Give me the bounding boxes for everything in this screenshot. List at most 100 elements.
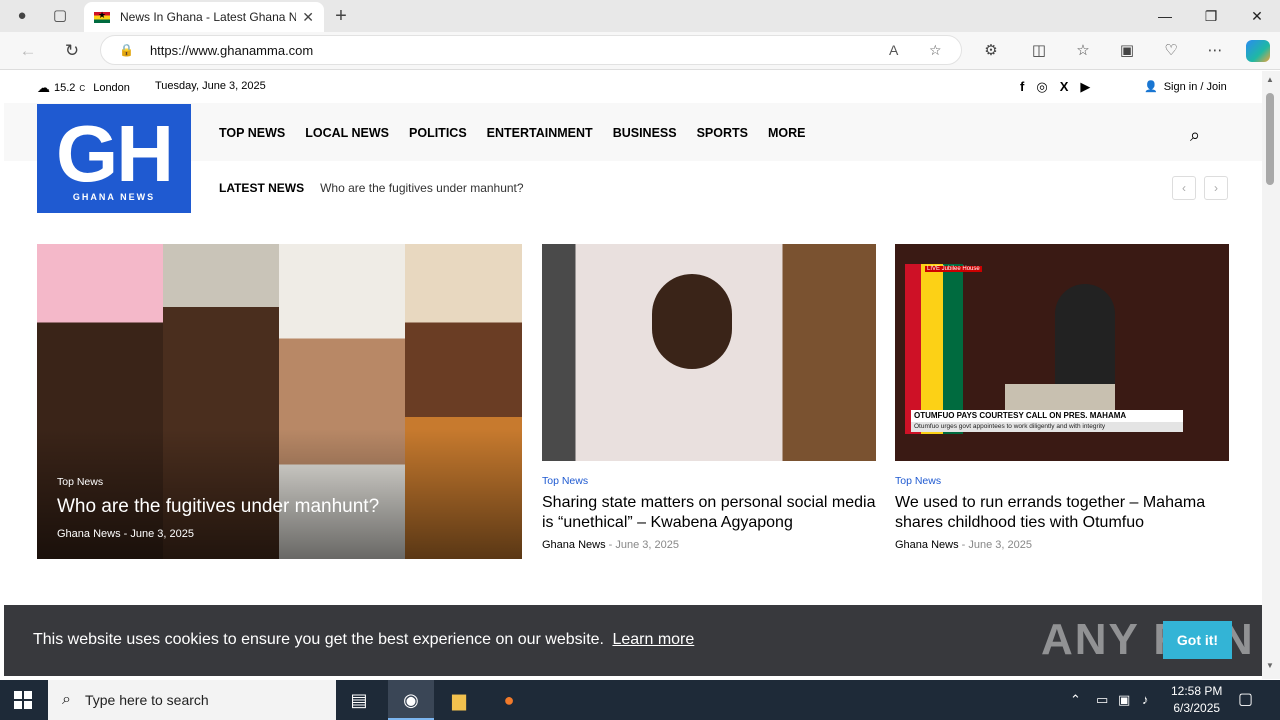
web-page: ☁ 15.2 C London Tuesday, June 3, 2025 f … [4, 71, 1262, 679]
article-card-2-date: June 3, 2025 [968, 539, 1033, 551]
scroll-up-arrow[interactable]: ▲ [1266, 75, 1274, 84]
taskbar-search-placeholder: Type here to search [84, 692, 209, 708]
notification-icon[interactable]: ▢ [1238, 680, 1253, 720]
clock-date: 6/3/2025 [1173, 701, 1221, 715]
flag-red-stripe [905, 264, 921, 434]
latest-news-label: LATEST NEWS [219, 181, 305, 195]
read-aloud-icon[interactable]: A [889, 42, 898, 58]
featured-title[interactable]: Who are the fugitives under manhunt? [57, 496, 379, 518]
volume-icon[interactable]: ♪ [1142, 680, 1149, 720]
close-window-button[interactable]: ✕ [1234, 0, 1280, 32]
more-menu-icon[interactable]: ⋯ [1204, 41, 1226, 61]
sign-in-link[interactable]: 👤 Sign in / Join [1144, 80, 1227, 94]
menu-item-entertainment[interactable]: ENTERTAINMENT [487, 126, 593, 140]
tv-subtitle: Otumfuo urges govt appointees to work di… [911, 422, 1183, 432]
extensions-icon[interactable]: ⚙ [980, 41, 1002, 61]
article-card-1-author[interactable]: Ghana News [542, 539, 606, 551]
task-view-icon[interactable]: ▤ [336, 680, 382, 720]
flag-gold-stripe [921, 264, 943, 434]
article-card-2-author[interactable]: Ghana News [895, 539, 959, 551]
article-card-1-image[interactable] [542, 244, 876, 461]
back-button[interactable]: ← [16, 40, 40, 62]
file-explorer-icon[interactable]: ▆ [436, 680, 482, 720]
magnifier-icon: ⌕ [62, 691, 71, 708]
flag-green-stripe [943, 264, 963, 434]
article-card-2[interactable]: LIVE Jubilee House OTUMFUO PAYS COURTESY… [895, 244, 1229, 551]
browser-tab-bar: ● ▢ News In Ghana - Latest Ghana News ✕ … [0, 0, 1280, 32]
article-card-1-title[interactable]: Sharing state matters on personal social… [542, 493, 876, 533]
network-icon[interactable]: ▣ [1118, 680, 1130, 720]
article-card-2-title[interactable]: We used to run errands together – Mahama… [895, 493, 1229, 533]
latest-news-headline[interactable]: Who are the fugitives under manhunt? [320, 181, 523, 195]
tv-banner: OTUMFUO PAYS COURTESY CALL ON PRES. MAHA… [911, 410, 1183, 422]
article-card-2-image[interactable]: LIVE Jubilee House OTUMFUO PAYS COURTESY… [895, 244, 1229, 461]
top-bar: ☁ 15.2 C London Tuesday, June 3, 2025 f … [4, 71, 1262, 103]
featured-article[interactable]: Top News Who are the fugitives under man… [37, 244, 522, 559]
latest-news-ticker: LATEST NEWS Who are the fugitives under … [219, 181, 524, 195]
browser-essentials-icon[interactable]: ♡ [1160, 41, 1182, 61]
article-card-2-meta: Ghana News - June 3, 2025 [895, 539, 1033, 551]
scrollbar-thumb[interactable] [1266, 93, 1274, 185]
windows-taskbar: ⌕ Type here to search ▤ ◉ ▆ ● ⌃ ▭ ▣ ♪ 12… [0, 680, 1280, 720]
tab-actions-icon[interactable]: ▢ [50, 6, 70, 26]
lock-icon: 🔒 [119, 43, 134, 57]
weather-temp: 15.2 [54, 82, 76, 94]
weather-city: London [93, 82, 130, 94]
learn-more-link[interactable]: Learn more [612, 631, 694, 648]
cookie-accept-button[interactable]: Got it! [1163, 621, 1232, 659]
scroll-down-arrow[interactable]: ▼ [1266, 661, 1274, 670]
featured-author[interactable]: Ghana News [57, 528, 121, 540]
site-logo[interactable]: GH GHANA NEWS [37, 104, 191, 213]
menu-item-business[interactable]: BUSINESS [613, 126, 677, 140]
speaker-shape [1055, 284, 1115, 384]
taskbar-clock[interactable]: 12:58 PM 6/3/2025 [1171, 683, 1222, 717]
taskbar-search-box[interactable]: ⌕ Type here to search [48, 680, 336, 720]
featured-date: June 3, 2025 [130, 528, 194, 540]
profile-icon[interactable]: ● [12, 6, 32, 26]
restore-button[interactable]: ❐ [1188, 0, 1234, 32]
article-card-1-meta: Ghana News - June 3, 2025 [542, 539, 680, 551]
favorite-star-icon[interactable]: ☆ [929, 42, 942, 59]
windows-start-icon[interactable] [14, 691, 32, 709]
cookie-message: This website uses cookies to ensure you … [33, 631, 694, 649]
featured-category[interactable]: Top News [57, 476, 103, 488]
youtube-icon[interactable]: ▶ [1080, 79, 1090, 95]
ticker-next-button[interactable]: › [1204, 176, 1228, 200]
copilot-icon[interactable] [1246, 40, 1270, 62]
favorites-icon[interactable]: ☆ [1072, 41, 1094, 61]
tab-title: News In Ghana - Latest Ghana News [120, 10, 297, 24]
social-links: f ◎ X ▶ [1020, 79, 1090, 95]
menu-item-local-news[interactable]: LOCAL NEWS [305, 126, 389, 140]
cookie-banner: This website uses cookies to ensure you … [4, 605, 1262, 676]
menu-item-politics[interactable]: POLITICS [409, 126, 467, 140]
search-icon[interactable]: ⌕ [1190, 125, 1200, 146]
browser-tab[interactable]: News In Ghana - Latest Ghana News ✕ [84, 2, 324, 32]
facebook-icon[interactable]: f [1020, 79, 1024, 95]
ghana-flag-icon [94, 10, 110, 23]
menu-item-more[interactable]: MORE [768, 126, 806, 140]
refresh-button[interactable]: ↻ [60, 40, 84, 62]
minimize-button[interactable]: — [1142, 0, 1188, 32]
article-card-2-category[interactable]: Top News [895, 475, 1229, 487]
tab-close-icon[interactable]: ✕ [302, 9, 314, 26]
split-screen-icon[interactable]: ◫ [1028, 41, 1050, 61]
sign-in-label: Sign in / Join [1163, 80, 1227, 93]
menu-item-top-news[interactable]: TOP NEWS [219, 126, 285, 140]
page-scrollbar[interactable]: ▲ ▼ [1262, 71, 1280, 679]
address-bar[interactable]: 🔒 https://www.ghanamma.com A ☆ [100, 35, 962, 65]
clock-time: 12:58 PM [1171, 684, 1223, 698]
collections-icon[interactable]: ▣ [1116, 41, 1138, 61]
tray-device-icon[interactable]: ▭ [1096, 680, 1108, 720]
current-date: Tuesday, June 3, 2025 [155, 80, 266, 92]
firefox-icon[interactable]: ● [486, 680, 532, 720]
article-card-1-date: June 3, 2025 [615, 539, 680, 551]
new-tab-button[interactable]: + [331, 6, 351, 26]
article-card-1-category[interactable]: Top News [542, 475, 876, 487]
article-card-1[interactable]: Top News Sharing state matters on person… [542, 244, 876, 551]
edge-browser-icon[interactable]: ◉ [388, 680, 434, 720]
menu-item-sports[interactable]: SPORTS [697, 126, 748, 140]
tray-chevron-icon[interactable]: ⌃ [1070, 680, 1081, 720]
ticker-prev-button[interactable]: ‹ [1172, 176, 1196, 200]
x-twitter-icon[interactable]: X [1060, 79, 1069, 95]
instagram-icon[interactable]: ◎ [1036, 79, 1047, 95]
